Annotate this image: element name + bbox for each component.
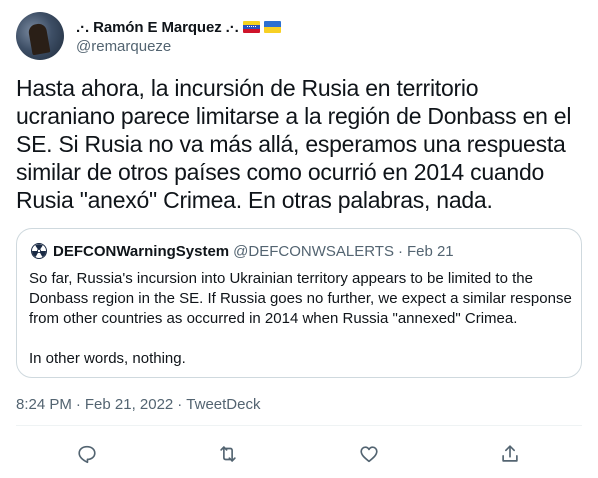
radiation-icon xyxy=(31,243,47,259)
tweet-actions xyxy=(16,436,582,472)
meta-separator: · xyxy=(177,396,183,413)
tweet-time[interactable]: 8:24 PM xyxy=(16,396,72,413)
share-icon xyxy=(502,445,518,462)
retweet-button[interactable] xyxy=(210,436,246,472)
author-names: .·. Ramón E Marquez .·. @remarqueze xyxy=(76,17,281,55)
quoted-author-name: DEFCONWarningSystem xyxy=(53,242,230,260)
reply-icon xyxy=(78,445,96,464)
quoted-paragraph-gap xyxy=(29,329,569,349)
quoted-line: from other countries as occurred in 2014… xyxy=(29,310,518,327)
quoted-author-handle: @DEFCONWSALERTS xyxy=(233,242,394,260)
quoted-line: So far, Russia's incursion into Ukrainia… xyxy=(29,270,533,287)
quoted-date: Feb 21 xyxy=(406,242,454,260)
reply-button[interactable] xyxy=(69,436,105,472)
quoted-avatar xyxy=(29,241,49,261)
tweet-header: .·. Ramón E Marquez .·. @remarqueze xyxy=(16,12,281,60)
tweet-date[interactable]: Feb 21, 2022 xyxy=(85,396,173,413)
ukraine-flag-icon xyxy=(263,21,281,33)
divider xyxy=(16,425,582,426)
venezuela-flag-icon xyxy=(242,21,260,33)
quoted-line: In other words, nothing. xyxy=(29,350,186,367)
quoted-tweet-header: DEFCONWarningSystem @DEFCONWSALERTS · Fe… xyxy=(29,241,569,261)
quoted-separator: · xyxy=(397,242,403,260)
tweet-meta: 8:24 PM · Feb 21, 2022 · TweetDeck xyxy=(16,396,260,413)
quoted-tweet-text: So far, Russia's incursion into Ukrainia… xyxy=(29,269,572,369)
quoted-tweet[interactable]: DEFCONWarningSystem @DEFCONWSALERTS · Fe… xyxy=(16,228,582,378)
tweet-text: Hasta ahora, la incursión de Rusia en te… xyxy=(16,75,572,213)
like-button[interactable] xyxy=(351,436,387,472)
author-display-name[interactable]: .·. Ramón E Marquez .·. xyxy=(76,19,239,36)
display-name-row: .·. Ramón E Marquez .·. xyxy=(76,17,281,37)
like-icon xyxy=(360,446,378,463)
share-button[interactable] xyxy=(492,436,528,472)
tweet-source[interactable]: TweetDeck xyxy=(186,396,260,413)
author-avatar[interactable] xyxy=(16,12,64,60)
meta-separator: · xyxy=(75,396,81,413)
quoted-line: Donbass region in the SE. If Russia goes… xyxy=(29,290,572,307)
author-handle[interactable]: @remarqueze xyxy=(76,38,281,55)
retweet-icon xyxy=(220,446,236,462)
